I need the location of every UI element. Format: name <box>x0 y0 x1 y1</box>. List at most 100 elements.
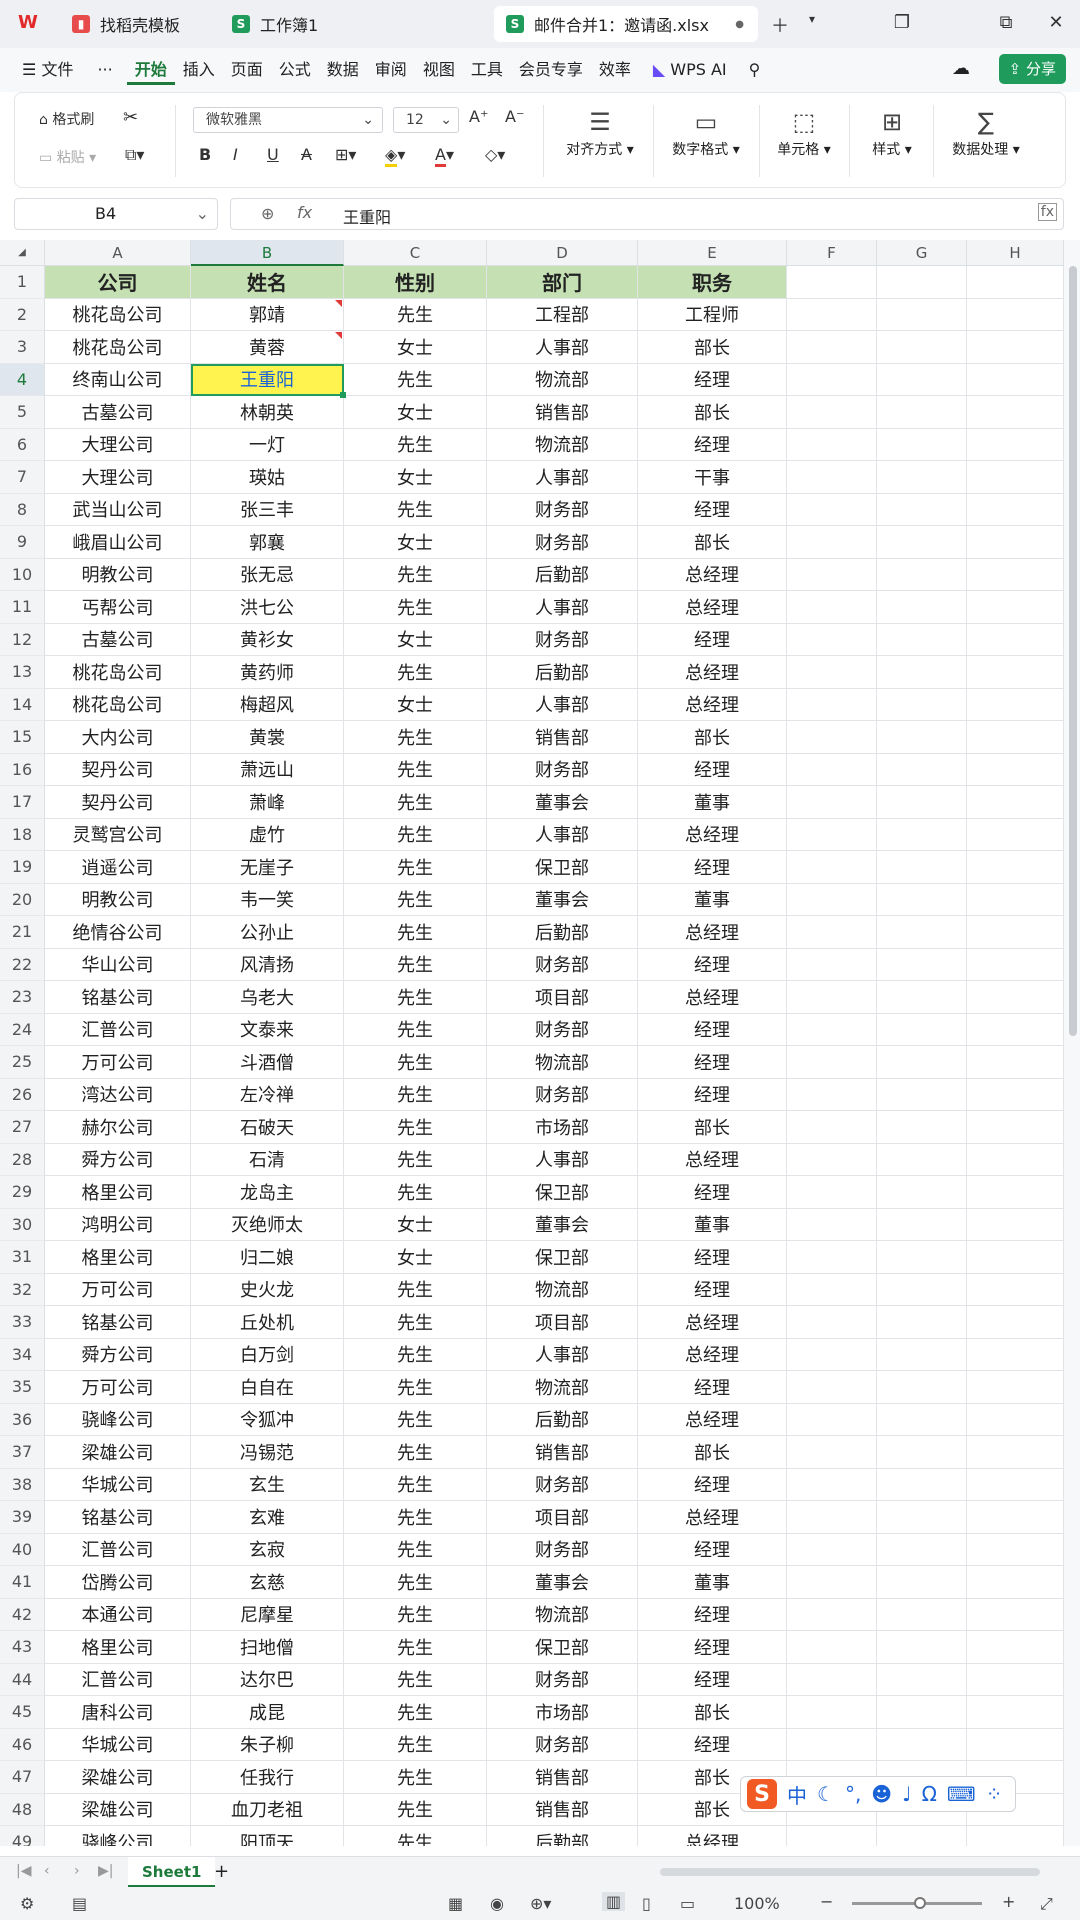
cell[interactable]: 总经理 <box>638 591 787 624</box>
cell[interactable] <box>967 526 1064 559</box>
row-number[interactable]: 33 <box>0 1306 45 1339</box>
wps-logo-icon[interactable]: W <box>18 12 42 34</box>
cell[interactable]: 先生 <box>344 656 487 689</box>
column-header-c[interactable]: C <box>344 240 487 266</box>
cell[interactable] <box>787 461 877 494</box>
cell[interactable]: 物流部 <box>487 1273 638 1306</box>
menu-tools[interactable]: 工具 <box>463 55 511 85</box>
cell[interactable]: 武当山公司 <box>45 493 191 526</box>
cell[interactable]: 桃花岛公司 <box>45 688 191 721</box>
cell[interactable]: 先生 <box>344 1728 487 1761</box>
cell[interactable] <box>877 1631 967 1664</box>
row-number[interactable]: 10 <box>0 558 45 591</box>
cell[interactable] <box>967 916 1064 949</box>
cell[interactable] <box>967 1501 1064 1534</box>
column-header-d[interactable]: D <box>487 240 638 266</box>
cell[interactable]: 张无忌 <box>191 558 344 591</box>
cell[interactable]: 乌老大 <box>191 981 344 1014</box>
cell[interactable] <box>877 753 967 786</box>
strikethrough-button[interactable]: A <box>301 145 312 164</box>
cell[interactable] <box>877 363 967 396</box>
row-number[interactable]: 26 <box>0 1078 45 1111</box>
spreadsheet-grid[interactable]: ◢ A B C D E F G H 1 公司 姓名 性别 部门 职务 2 桃花岛公司 郭靖 先生 工程部 工程师 3 桃花岛… <box>0 240 1080 1846</box>
cell[interactable]: 黄裳 <box>191 721 344 754</box>
border-icon[interactable]: ⊞▾ <box>335 145 356 164</box>
cell[interactable]: 史火龙 <box>191 1273 344 1306</box>
cell[interactable]: 汇普公司 <box>45 1013 191 1046</box>
cell[interactable] <box>787 818 877 851</box>
cell[interactable]: 物流部 <box>487 1598 638 1631</box>
cell[interactable]: 经理 <box>638 1533 787 1566</box>
clear-format-icon[interactable]: ◇▾ <box>485 145 505 164</box>
cell[interactable] <box>877 1533 967 1566</box>
cell[interactable]: 物流部 <box>487 428 638 461</box>
cell[interactable]: 总经理 <box>638 981 787 1014</box>
cell[interactable] <box>787 623 877 656</box>
cell[interactable]: 先生 <box>344 1598 487 1631</box>
row-number[interactable]: 43 <box>0 1631 45 1664</box>
row-number[interactable]: 20 <box>0 883 45 916</box>
row-number[interactable]: 16 <box>0 753 45 786</box>
cell[interactable] <box>967 688 1064 721</box>
cell[interactable] <box>877 1078 967 1111</box>
cell[interactable]: 经理 <box>638 1598 787 1631</box>
cell[interactable] <box>787 851 877 884</box>
cell[interactable]: 梁雄公司 <box>45 1761 191 1794</box>
cell[interactable] <box>877 1046 967 1079</box>
cell[interactable] <box>877 818 967 851</box>
cell[interactable]: 干事 <box>638 461 787 494</box>
cell[interactable] <box>877 1728 967 1761</box>
row-number[interactable]: 22 <box>0 948 45 981</box>
row-number[interactable]: 23 <box>0 981 45 1014</box>
cell[interactable] <box>967 818 1064 851</box>
cell[interactable]: 铭基公司 <box>45 981 191 1014</box>
cell[interactable]: 经理 <box>638 363 787 396</box>
cell[interactable]: 女士 <box>344 526 487 559</box>
comment-indicator[interactable] <box>335 332 342 339</box>
cell[interactable] <box>877 1208 967 1241</box>
cell[interactable]: 女士 <box>344 688 487 721</box>
cell[interactable]: 人事部 <box>487 591 638 624</box>
cell[interactable]: 格里公司 <box>45 1241 191 1274</box>
cell-mode-icon[interactable]: ▦ <box>448 1894 463 1913</box>
cell[interactable]: 舜方公司 <box>45 1143 191 1176</box>
cell[interactable]: 先生 <box>344 428 487 461</box>
cell[interactable]: 后勤部 <box>487 1826 638 1846</box>
cell[interactable] <box>787 1728 877 1761</box>
cell[interactable]: 丐帮公司 <box>45 591 191 624</box>
cell[interactable] <box>787 1208 877 1241</box>
cell[interactable]: 部长 <box>638 1436 787 1469</box>
cell[interactable]: 董事 <box>638 1566 787 1599</box>
cell[interactable]: 朱子柳 <box>191 1728 344 1761</box>
cell[interactable]: 女士 <box>344 623 487 656</box>
cell[interactable]: 先生 <box>344 1143 487 1176</box>
cell[interactable]: 经理 <box>638 948 787 981</box>
cell[interactable]: 大理公司 <box>45 461 191 494</box>
cell[interactable]: 经理 <box>638 851 787 884</box>
cell[interactable] <box>877 331 967 364</box>
cell[interactable]: 先生 <box>344 1533 487 1566</box>
cell[interactable] <box>877 1371 967 1404</box>
cell[interactable] <box>877 883 967 916</box>
cell[interactable]: 销售部 <box>487 721 638 754</box>
first-sheet-icon[interactable]: |◀ <box>16 1863 31 1879</box>
font-size-select[interactable]: 12 ⌄ <box>393 107 459 133</box>
cell[interactable]: 萧远山 <box>191 753 344 786</box>
fullscreen-icon[interactable]: ⤢ <box>1040 1894 1053 1914</box>
locate-icon[interactable]: ⊕▾ <box>530 1894 551 1913</box>
horizontal-scrollbar[interactable] <box>660 1868 1040 1876</box>
cell[interactable]: 梁雄公司 <box>45 1793 191 1826</box>
cell[interactable]: 白自在 <box>191 1371 344 1404</box>
cell[interactable]: 先生 <box>344 1663 487 1696</box>
cell[interactable] <box>877 396 967 429</box>
cell[interactable]: 董事 <box>638 1208 787 1241</box>
cell[interactable]: 先生 <box>344 1566 487 1599</box>
cell[interactable] <box>877 1338 967 1371</box>
data-process-button[interactable]: ∑ 数据处理 ▾ <box>941 105 1031 159</box>
cell[interactable]: 女士 <box>344 1208 487 1241</box>
cell[interactable] <box>787 1436 877 1469</box>
cell[interactable] <box>877 1696 967 1729</box>
cell[interactable] <box>967 1241 1064 1274</box>
cell[interactable] <box>787 721 877 754</box>
cell[interactable] <box>787 1371 877 1404</box>
